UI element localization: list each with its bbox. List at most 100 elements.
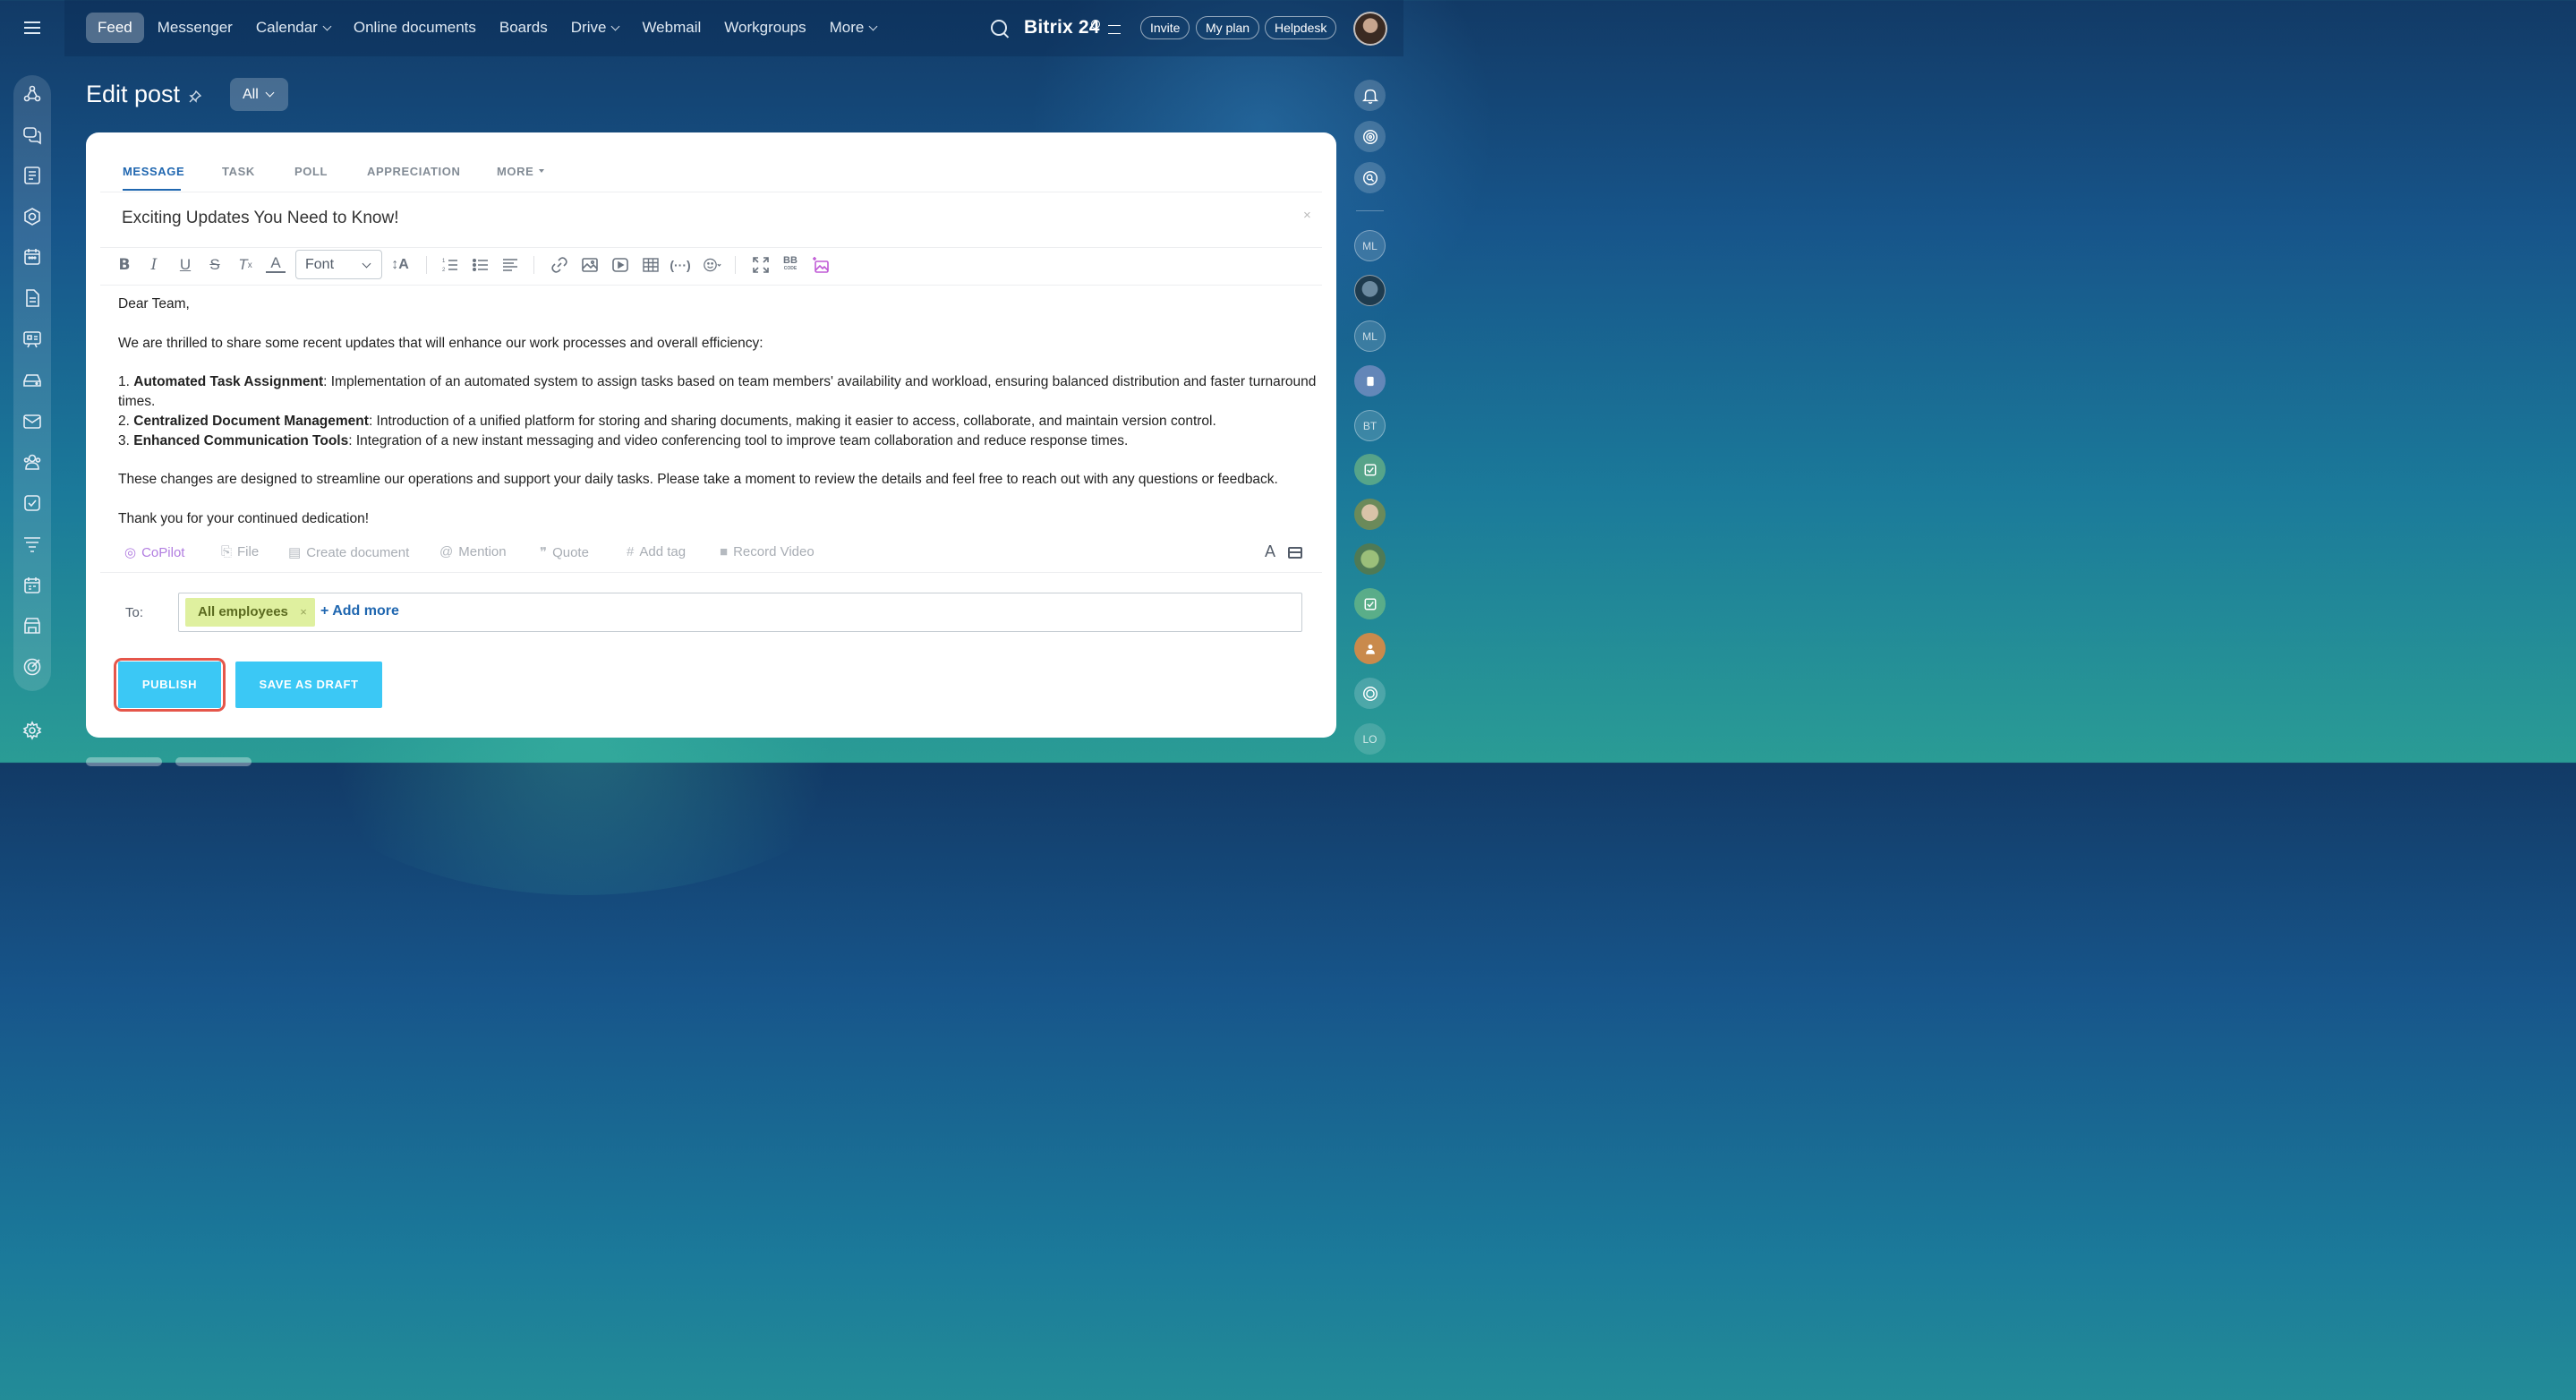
my-plan-button[interactable]: My plan (1196, 16, 1260, 39)
tasks-icon[interactable] (22, 493, 42, 513)
filter-dropdown[interactable]: All (230, 78, 288, 111)
formatting-toggle[interactable]: A (1265, 542, 1275, 561)
target-icon[interactable] (22, 657, 42, 677)
contact-avatar[interactable]: BT (1354, 410, 1386, 441)
user-avatar[interactable] (1353, 12, 1387, 46)
close-icon[interactable]: × (1303, 208, 1311, 223)
ai-image-icon[interactable] (811, 255, 831, 275)
search-chat-icon[interactable] (1354, 162, 1386, 193)
at-icon: @ (439, 544, 454, 559)
contact-avatar[interactable] (1354, 365, 1386, 397)
contact-avatar[interactable]: LO (1354, 723, 1386, 755)
nav-webmail[interactable]: Webmail (630, 13, 712, 43)
tab-appreciation[interactable]: APPRECIATION (367, 165, 460, 178)
invite-button[interactable]: Invite (1140, 16, 1190, 39)
bold-icon[interactable]: B (115, 255, 134, 275)
task-chat-icon[interactable] (1354, 588, 1386, 619)
nav-calendar[interactable]: Calendar (244, 13, 342, 43)
add-more-link[interactable]: + Add more (320, 603, 399, 619)
schedule-icon[interactable] (22, 576, 42, 595)
tab-more[interactable]: MORE (497, 165, 545, 178)
copilot-button[interactable]: ◎ CoPilot (124, 544, 184, 560)
italic-icon[interactable]: I (144, 255, 164, 275)
nav-feed[interactable]: Feed (86, 13, 144, 43)
divider (735, 256, 736, 274)
clear-format-icon[interactable]: Tx (235, 255, 255, 275)
tab-message[interactable]: MESSAGE (123, 165, 184, 178)
bbcode-icon[interactable]: BB CODE (780, 255, 800, 275)
table-icon[interactable] (641, 255, 661, 275)
bullet-list-icon[interactable] (471, 255, 490, 275)
font-select[interactable]: Font (295, 250, 382, 279)
nav-more[interactable]: More (818, 13, 889, 43)
list-item: 3. Enhanced Communication Tools: Integra… (118, 432, 1129, 448)
image-icon[interactable] (580, 255, 600, 275)
copilot-icon[interactable] (1354, 121, 1386, 152)
sliders-icon[interactable] (1108, 25, 1121, 34)
bell-icon[interactable] (1354, 80, 1386, 111)
pin-icon[interactable] (189, 90, 202, 103)
close-icon[interactable]: × (300, 598, 307, 627)
add-tag-button[interactable]: # Add tag (627, 544, 686, 559)
group-icon[interactable] (22, 452, 42, 472)
gear-icon[interactable] (22, 721, 42, 740)
mail-icon[interactable] (22, 412, 42, 431)
chat-icon[interactable] (22, 125, 42, 145)
active-tab-indicator (123, 189, 181, 191)
drive-icon[interactable] (22, 371, 42, 390)
tab-task[interactable]: TASK (222, 165, 255, 178)
code-icon[interactable]: (···) (670, 255, 690, 275)
nav-drive[interactable]: Drive (559, 13, 631, 43)
feed-peek (175, 757, 252, 766)
clock-icon[interactable] (1091, 20, 1100, 29)
save-draft-button[interactable]: SAVE AS DRAFT (235, 662, 382, 708)
align-icon[interactable] (500, 255, 520, 275)
document-icon[interactable] (22, 288, 42, 308)
underline-icon[interactable]: U (175, 255, 195, 275)
contact-avatar[interactable]: ML (1354, 230, 1386, 261)
recipients-field[interactable]: All employees × + Add more (178, 593, 1302, 632)
font-size-icon[interactable]: ↕A (390, 255, 410, 275)
calendar-icon[interactable] (22, 247, 42, 267)
document-icon: ▤ (288, 545, 302, 560)
contact-avatar[interactable] (1354, 543, 1386, 575)
task-chat-icon[interactable] (1354, 454, 1386, 485)
nav-online-documents[interactable]: Online documents (342, 13, 488, 43)
panel-icon[interactable] (1288, 547, 1302, 559)
copilot-chat-icon[interactable] (1354, 678, 1386, 709)
funnel-icon[interactable] (22, 534, 42, 554)
emoji-icon[interactable] (701, 255, 724, 275)
recipient-tag[interactable]: All employees × (185, 598, 315, 627)
board-icon[interactable] (22, 329, 42, 349)
group-chat-icon[interactable] (1354, 633, 1386, 664)
news-icon[interactable] (22, 166, 42, 185)
subject-input[interactable]: Exciting Updates You Need to Know! (122, 209, 398, 228)
video-icon[interactable] (610, 255, 630, 275)
create-document-button[interactable]: ▤ Create document (288, 544, 409, 560)
contact-avatar[interactable] (1354, 499, 1386, 530)
nav-messenger[interactable]: Messenger (146, 13, 244, 43)
flows-icon[interactable] (22, 84, 42, 104)
helpdesk-button[interactable]: Helpdesk (1265, 16, 1337, 39)
strikethrough-icon[interactable]: S (205, 255, 225, 275)
menu-icon[interactable] (24, 21, 40, 34)
nav-boards[interactable]: Boards (488, 13, 559, 43)
publish-button[interactable]: PUBLISH (118, 662, 221, 708)
text-color-icon[interactable]: A (266, 254, 286, 273)
numbered-list-icon[interactable]: 12 (440, 255, 460, 275)
brand-logo[interactable]: Bitrix 24 (1024, 17, 1100, 38)
store-icon[interactable] (22, 616, 42, 636)
contact-avatar[interactable]: ML (1354, 320, 1386, 352)
nav-workgroups[interactable]: Workgroups (712, 13, 817, 43)
hexagon-icon[interactable] (22, 207, 42, 226)
mention-button[interactable]: @ Mention (439, 544, 507, 559)
fullscreen-icon[interactable] (751, 255, 771, 275)
search-icon[interactable] (991, 20, 1007, 36)
link-icon[interactable] (550, 255, 569, 275)
message-body[interactable]: Dear Team, We are thrilled to share some… (118, 295, 1318, 529)
file-button[interactable]: ⎘ File (221, 544, 259, 559)
record-video-button[interactable]: ■ Record Video (720, 544, 815, 559)
quote-button[interactable]: ❞ Quote (540, 544, 589, 560)
tab-poll[interactable]: POLL (294, 165, 328, 178)
contact-avatar[interactable] (1354, 275, 1386, 306)
